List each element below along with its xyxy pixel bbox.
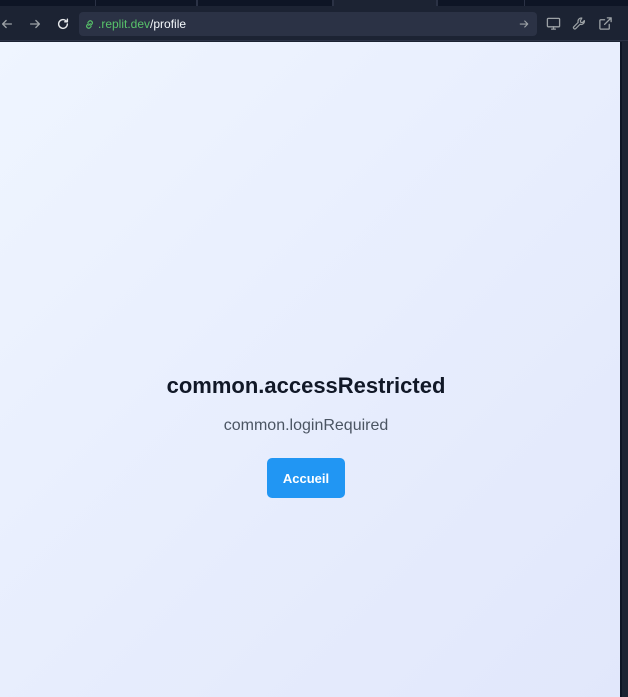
reload-icon [57,18,69,30]
access-restricted-panel: common.accessRestricted common.loginRequ… [0,372,612,498]
page-title: common.accessRestricted [166,373,446,398]
url-path: /profile [150,17,187,31]
back-button[interactable] [0,14,17,34]
browser-toolbar: .replit.dev/profile [0,6,628,41]
monitor-icon[interactable] [544,14,562,32]
home-button[interactable]: Accueil [267,458,345,498]
page-viewport: common.accessRestricted common.loginRequ… [0,42,620,697]
right-sidebar-edge [620,42,628,697]
login-required-message: common.loginRequired [223,417,389,434]
divider [620,42,622,697]
url-bar[interactable]: .replit.dev/profile [79,12,537,36]
arrow-left-icon [1,19,13,29]
external-link-icon[interactable] [596,14,614,32]
url-host: .replit.dev [98,17,151,31]
go-arrow-icon[interactable] [517,17,531,31]
wrench-icon[interactable] [570,14,588,32]
forward-button[interactable] [25,14,45,34]
arrow-right-icon [29,19,41,29]
link-icon [83,18,96,31]
reload-button[interactable] [53,14,73,34]
